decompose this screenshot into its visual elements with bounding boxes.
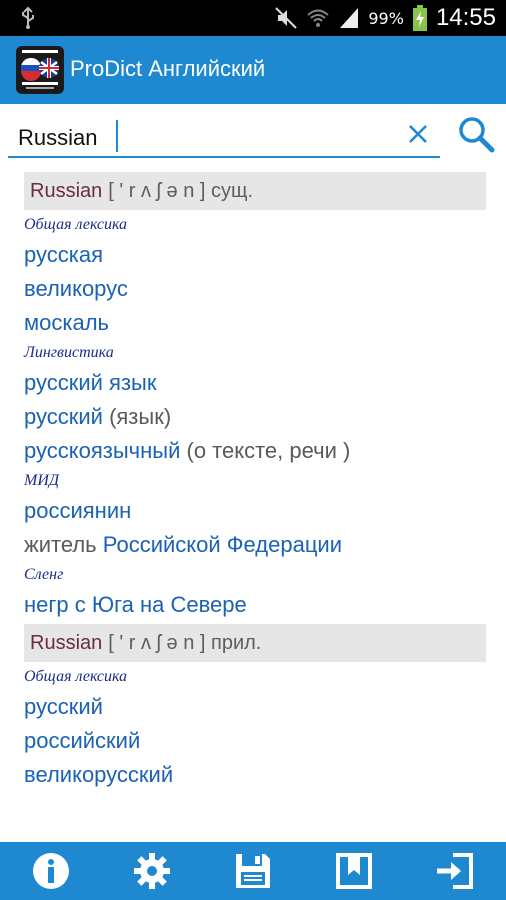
- translation-item[interactable]: русский (язык): [24, 400, 486, 434]
- exit-icon: [437, 853, 474, 889]
- close-icon[interactable]: [404, 120, 432, 148]
- domain-label: Общая лексика: [24, 216, 128, 233]
- transcription: [ ' r ʌ ʃ ə n ] прил.: [108, 631, 262, 654]
- translation-link[interactable]: россиянин: [24, 498, 131, 523]
- translation-link[interactable]: великорус: [24, 276, 128, 301]
- save-floppy-icon: [235, 854, 270, 888]
- usb-icon: [22, 6, 34, 29]
- info-icon: [32, 853, 69, 889]
- translation-note: (о тексте, речи ): [180, 438, 351, 463]
- translation-item[interactable]: великорусский: [24, 758, 486, 792]
- domain-label: МИД: [24, 472, 60, 489]
- translation-link[interactable]: великорусский: [24, 762, 173, 787]
- translation-link[interactable]: российский: [24, 728, 140, 753]
- mute-icon: [275, 7, 298, 29]
- translation-prefix: житель: [24, 532, 103, 557]
- translation-item[interactable]: негр с Юга на Севере: [24, 588, 486, 622]
- app-title: ProDict Английский: [70, 56, 266, 81]
- translation-link[interactable]: русский: [24, 694, 103, 719]
- translation-item[interactable]: русская: [24, 238, 486, 272]
- text-cursor: [116, 120, 118, 152]
- search-input[interactable]: [8, 114, 440, 158]
- domain-label: Общая лексика: [24, 668, 128, 685]
- battery-charging-icon: [412, 5, 427, 31]
- search-row: [0, 104, 506, 166]
- headword: Russian: [30, 179, 103, 202]
- action-bar: ProDict Английский: [0, 36, 506, 104]
- battery-percent: 99%: [368, 8, 404, 28]
- translation-link[interactable]: русский язык: [24, 370, 157, 395]
- translation-link[interactable]: русский: [24, 404, 103, 429]
- translation-item[interactable]: русскоязычный (о тексте, речи ): [24, 434, 486, 468]
- search-icon[interactable]: [456, 114, 496, 154]
- translation-note: (язык): [102, 404, 172, 429]
- translation-item[interactable]: русский: [24, 690, 486, 724]
- headword: Russian: [30, 631, 103, 654]
- translation-item[interactable]: великорус: [24, 272, 486, 306]
- exit-button[interactable]: [430, 846, 480, 896]
- translation-link[interactable]: Российской Федерации: [103, 532, 342, 557]
- entry-header: Russian [ ' r ʌ ʃ ə n ] прил.: [24, 624, 486, 662]
- translation-item[interactable]: россиянин: [24, 494, 486, 528]
- translation-item[interactable]: москаль: [24, 306, 486, 340]
- settings-button[interactable]: [127, 846, 177, 896]
- translation-link[interactable]: негр с Юга на Севере: [24, 592, 247, 617]
- prodict-flags-logo[interactable]: [16, 46, 64, 94]
- transcription: [ ' r ʌ ʃ ə n ] сущ.: [108, 179, 254, 202]
- domain-label: Сленг: [24, 566, 64, 583]
- translation-item[interactable]: житель Российской Федерации: [24, 528, 486, 562]
- translation-item[interactable]: российский: [24, 724, 486, 758]
- translation-item[interactable]: русский язык: [24, 366, 486, 400]
- bookmark-button[interactable]: [329, 846, 379, 896]
- bookmark-icon: [336, 853, 373, 889]
- domain-label: Лингвистика: [24, 344, 114, 361]
- translation-link[interactable]: русскоязычный: [24, 438, 180, 463]
- entry-header: Russian [ ' r ʌ ʃ ə n ] сущ.: [24, 172, 486, 210]
- translation-content: Russian [ ' r ʌ ʃ ə n ] сущ. Общая лекси…: [24, 172, 486, 792]
- clock: 14:55: [435, 4, 496, 31]
- translation-link[interactable]: русская: [24, 242, 103, 267]
- settings-gear-icon: [133, 853, 170, 889]
- status-bar: 99% 14:55: [0, 0, 506, 36]
- info-button[interactable]: [26, 846, 76, 896]
- translation-link[interactable]: москаль: [24, 310, 109, 335]
- save-button[interactable]: [228, 846, 278, 896]
- wifi-icon: [307, 9, 330, 27]
- bottom-toolbar: [0, 842, 506, 900]
- signal-icon: [340, 8, 359, 28]
